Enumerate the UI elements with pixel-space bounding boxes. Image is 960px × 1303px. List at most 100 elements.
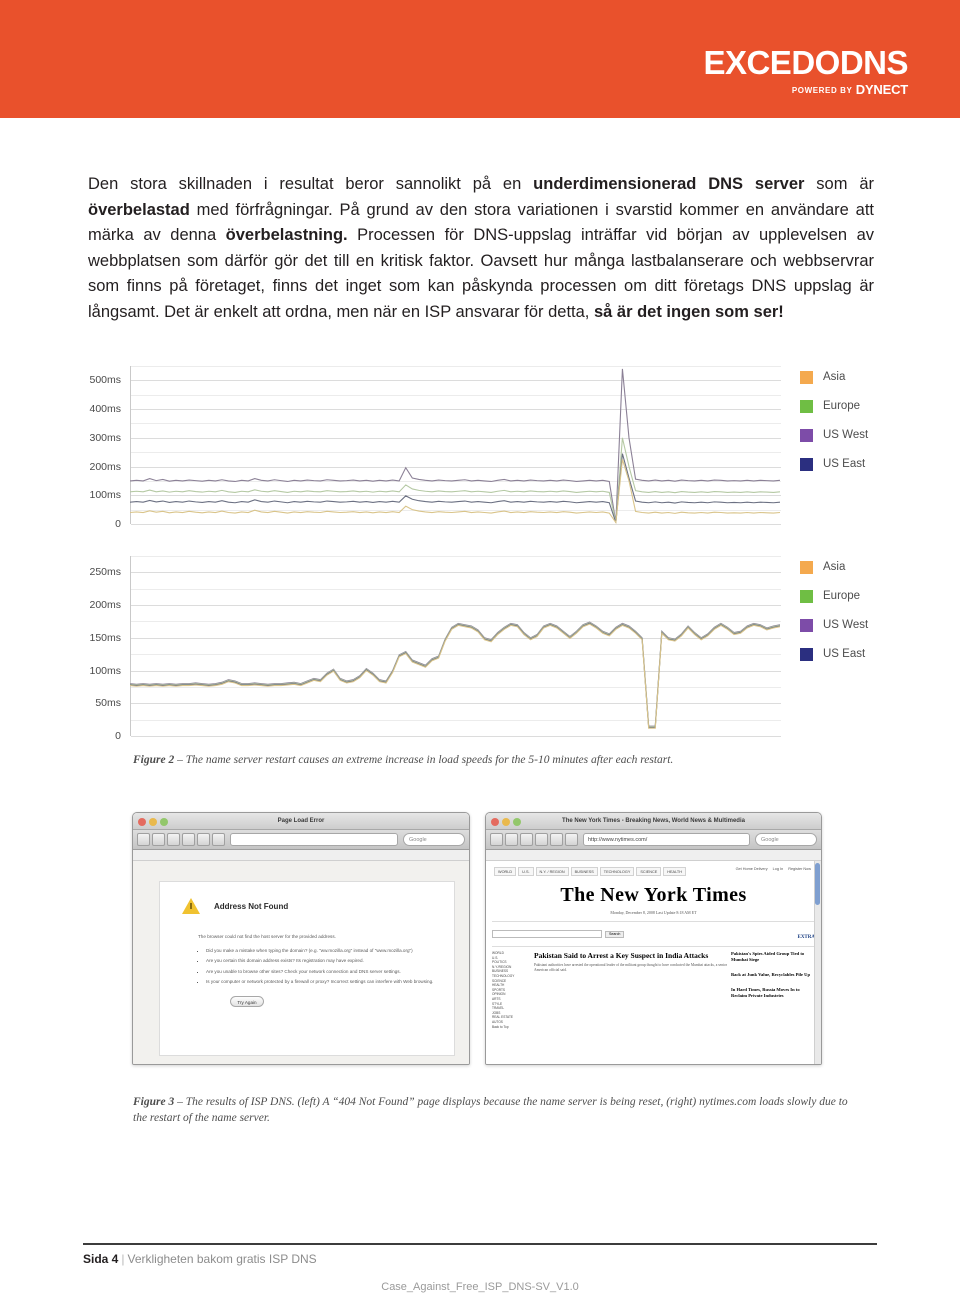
forward-icon[interactable] (505, 833, 518, 846)
nyt-secondary-headline[interactable]: In Hard Times, Russia Moves In to Reclai… (731, 987, 815, 999)
vertical-scrollbar[interactable] (814, 861, 821, 1064)
error-bullet-item: Are you certain this domain address exis… (206, 958, 434, 965)
nyt-dateline: Monday, December 8, 2008 Last Update 8:1… (486, 910, 821, 915)
close-icon[interactable] (491, 817, 499, 826)
legend-label: US West (823, 619, 869, 631)
bookmark-icon[interactable] (212, 833, 225, 846)
nyt-section-tab[interactable]: N.Y. / REGION (535, 867, 569, 876)
maximize-icon[interactable] (513, 817, 521, 826)
y-axis-tick-label: 200ms (89, 599, 121, 612)
error-header: Address Not Found (160, 882, 454, 914)
y-axis-tick-label: 250ms (89, 566, 121, 579)
series-line-asia (130, 623, 780, 729)
left-page-content: Address Not Found The browser could not … (133, 861, 469, 1064)
sidebar-icon[interactable] (167, 833, 180, 846)
nyt-logo: The New York Times (560, 884, 747, 906)
error-title: Address Not Found (214, 901, 289, 911)
left-search-input[interactable]: Google (403, 833, 465, 846)
legend-swatch-icon (800, 428, 813, 442)
footer-divider (83, 1243, 877, 1245)
error-intro: The browser could not find the host serv… (198, 934, 336, 939)
left-url-input[interactable] (230, 833, 398, 846)
error-bullet-item: Are you unable to browse other sites? Ch… (206, 969, 434, 976)
error-bullet-item: Did you make a mistake when typing the d… (206, 948, 434, 955)
legend-label: Europe (823, 400, 861, 412)
nyt-section-tab[interactable]: WORLD (494, 867, 517, 876)
nyt-secondary-headline[interactable]: Back at Junk Value, Recyclables Pile Up (731, 972, 815, 978)
figure2-caption: Figure 2 – The name server restart cause… (133, 752, 848, 768)
logo-tagline: POWERED BY DYNECT (703, 83, 908, 97)
nyt-section-tab[interactable]: TECHNOLOGY (599, 867, 635, 876)
legend-item-us_west[interactable]: US West (800, 614, 868, 636)
series-line-asia (130, 459, 780, 524)
minimize-icon[interactable] (502, 817, 510, 826)
right-page-content: WORLD U.S. N.Y. / REGION BUSINESS TECHNOLOGY… (486, 861, 821, 1064)
legend-item-asia[interactable]: Asia (800, 366, 868, 388)
nyt-headline[interactable]: Pakistan Said to Arrest a Key Suspect in… (534, 951, 727, 960)
reload-icon[interactable] (182, 833, 195, 846)
reload-icon[interactable] (535, 833, 548, 846)
legend-item-us_east[interactable]: US East (800, 643, 868, 665)
nyt-section-tab[interactable]: U.S. (518, 867, 534, 876)
nyt-section-tab[interactable]: BUSINESS (570, 867, 598, 876)
chart-top-response-times: 0 100ms 200ms 300ms 400ms 500ms Asia Europe US … (0, 366, 960, 554)
legend-item-asia[interactable]: Asia (800, 556, 868, 578)
footer-page-info: Sida 4 | Verkligheten bakom gratis ISP DNS (83, 1252, 317, 1266)
nyt-account-link[interactable]: Register Now (788, 867, 811, 876)
nyt-search-button[interactable]: Search (605, 930, 625, 938)
figure3-caption-text: – The results of ISP DNS. (left) A “404 … (133, 1096, 848, 1124)
header-brand-band: EXCEDODNS POWERED BY DYNECT (0, 0, 960, 118)
error-bullet-list: Did you make a mistake when typing the d… (198, 948, 434, 986)
legend-swatch-icon (800, 370, 813, 384)
footer-separator: | (121, 1252, 125, 1266)
nyt-account-links: Get Home Delivery Log In Register Now (736, 867, 815, 876)
bookmark-icon[interactable] (565, 833, 578, 846)
try-again-button[interactable]: Try Again (230, 995, 264, 1007)
nyt-columns: WORLD U.S. POLITICS N.Y./REGION BUSINESS TECH… (486, 947, 821, 1029)
back-icon[interactable] (137, 833, 150, 846)
error-body: The browser could not find the host serv… (160, 914, 454, 1007)
nyt-account-link[interactable]: Log In (773, 867, 784, 876)
y-axis-tick-label: 200ms (89, 460, 121, 473)
left-browser-toolbar: Google (133, 830, 469, 850)
maximize-icon[interactable] (160, 817, 168, 826)
legend-swatch-icon (800, 589, 813, 603)
forward-icon[interactable] (152, 833, 165, 846)
nyt-section-tabs: WORLD U.S. N.Y. / REGION BUSINESS TECHNOLOGY… (486, 861, 821, 876)
legend-label: Europe (823, 590, 861, 602)
nyt-section-tab[interactable]: HEALTH (663, 867, 686, 876)
nyt-sidebar-link[interactable]: Back to Top (492, 1025, 530, 1030)
series-line-europe (130, 622, 780, 728)
nyt-account-link[interactable]: Get Home Delivery (736, 867, 768, 876)
y-axis-tick-label: 300ms (89, 431, 121, 444)
legend-swatch-icon (800, 647, 813, 661)
legend-label: Asia (823, 371, 846, 383)
back-icon[interactable] (490, 833, 503, 846)
chart-top-inner: 0 100ms 200ms 300ms 400ms 500ms Asia Europe US … (0, 366, 960, 554)
legend-item-us_east[interactable]: US East (800, 453, 868, 475)
warning-icon (182, 898, 200, 914)
nyt-masthead: The New York Times Monday, December 8, 2… (486, 876, 821, 917)
home-icon[interactable] (197, 833, 210, 846)
legend-item-europe[interactable]: Europe (800, 585, 868, 607)
chart-top-legend: Asia Europe US West US East (800, 366, 868, 482)
legend-item-europe[interactable]: Europe (800, 395, 868, 417)
browser-window-nytimes: The New York Times - Breaking News, Worl… (485, 812, 822, 1065)
minimize-icon[interactable] (149, 817, 157, 826)
nyt-main-story: Pakistan Said to Arrest a Key Suspect in… (534, 951, 727, 1029)
legend-item-us_west[interactable]: US West (800, 424, 868, 446)
nyt-secondary-headline[interactable]: Pakistan's Spies Aided Group Tied to Mum… (731, 951, 815, 963)
nyt-section-tab[interactable]: SCIENCE (636, 867, 662, 876)
browser-window-page-load-error: Page Load Error Google Address Not Found… (132, 812, 470, 1065)
nyt-secondary-stories: Pakistan's Spies Aided Group Tied to Mum… (731, 951, 815, 1029)
footer-page-number: Sida 4 (83, 1252, 119, 1266)
right-url-input[interactable]: http://www.nytimes.com/ (583, 833, 750, 846)
home-icon[interactable] (550, 833, 563, 846)
right-search-input[interactable]: Google (755, 833, 817, 846)
legend-label: US East (823, 648, 866, 660)
close-icon[interactable] (138, 817, 146, 826)
y-axis-tick-label: 50ms (95, 697, 121, 710)
sidebar-icon[interactable] (520, 833, 533, 846)
nyt-search-input[interactable] (492, 930, 602, 938)
scrollbar-thumb[interactable] (815, 863, 820, 905)
